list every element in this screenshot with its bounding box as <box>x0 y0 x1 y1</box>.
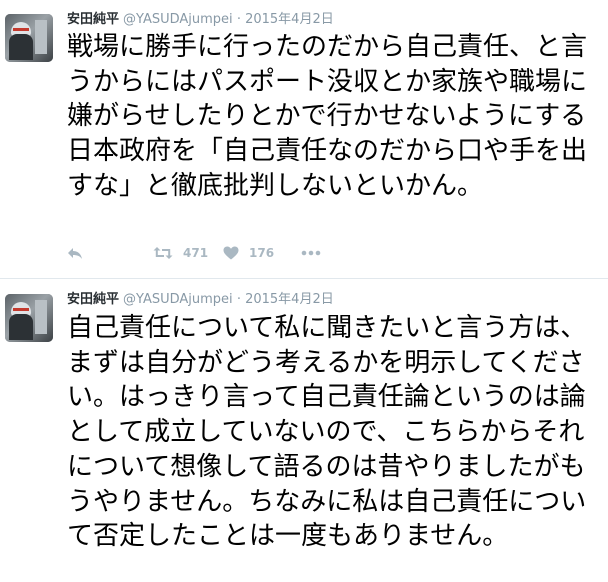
tweet-text: 戦場に勝手に行ったのだから自己責任、と言うからにはパスポート没収とか家族や職場に… <box>67 32 588 201</box>
tweet-text: 自己責任について私に聞きたいと言う方は、まずは自分がどう考えるかを明示してくださ… <box>67 313 587 552</box>
tweet[interactable]: 安田純平 @YASUDAjumpei · 2015年4月2日 戦場に勝手に行ったの… <box>0 0 608 279</box>
like-count: 176 <box>249 246 275 260</box>
tweet[interactable]: 安田純平 @YASUDAjumpei · 2015年4月2日 自己責任について私に… <box>0 279 608 582</box>
retweet-count: 471 <box>183 246 209 260</box>
tweet-actions: 471 176 <box>67 246 325 260</box>
author-handle[interactable]: @YASUDAjumpei <box>123 292 233 307</box>
header-separator: · <box>236 292 241 307</box>
heart-icon <box>223 246 239 260</box>
avatar[interactable] <box>5 14 53 62</box>
header-separator: · <box>236 12 241 27</box>
tweet-header: 安田純平 @YASUDAjumpei · 2015年4月2日 <box>67 291 334 309</box>
more-button[interactable] <box>301 250 325 256</box>
retweet-icon <box>153 247 173 259</box>
tweet-timestamp[interactable]: 2015年4月2日 <box>245 292 334 307</box>
more-dots-icon <box>301 250 321 256</box>
tweet-header: 安田純平 @YASUDAjumpei · 2015年4月2日 <box>67 11 334 29</box>
reply-icon <box>68 248 82 259</box>
author-handle[interactable]: @YASUDAjumpei <box>123 12 233 27</box>
like-button[interactable]: 176 <box>223 246 301 260</box>
tweet-timestamp[interactable]: 2015年4月2日 <box>245 12 334 27</box>
retweet-button[interactable]: 471 <box>153 246 223 260</box>
author-fullname[interactable]: 安田純平 <box>67 292 119 307</box>
reply-button[interactable] <box>67 246 153 260</box>
author-fullname[interactable]: 安田純平 <box>67 12 119 27</box>
avatar[interactable] <box>5 294 53 342</box>
